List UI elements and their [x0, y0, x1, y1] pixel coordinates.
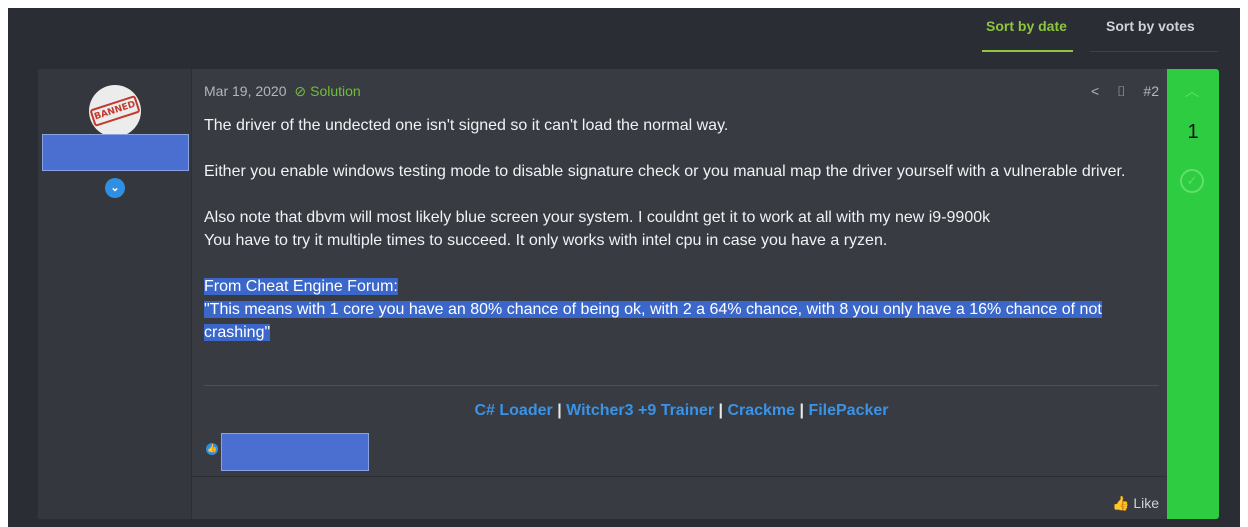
quote-text: "This means with 1 core you have an 80% … [204, 301, 1102, 341]
bookmark-icon[interactable]: ⌷ [1117, 83, 1125, 99]
reactor-list-redacted[interactable] [221, 433, 369, 471]
paragraph-4: You have to try it multiple times to suc… [204, 232, 888, 249]
signature-link-crackme[interactable]: Crackme [727, 402, 795, 419]
post-actions: < ⌷ #2 [1077, 83, 1159, 100]
quote-source: From Cheat Engine Forum: [204, 278, 398, 295]
paragraph-2: Either you enable windows testing mode t… [204, 163, 1126, 180]
signature: C# Loader | Witcher3 +9 Trainer | Crackm… [204, 402, 1159, 420]
forum-thread: Sort by date Sort by votes BANNED ⌄ Mar … [8, 8, 1240, 527]
tab-sort-by-date[interactable]: Sort by date [982, 18, 1073, 52]
tab-sort-by-votes[interactable]: Sort by votes [1106, 18, 1195, 52]
signature-separator: | [557, 402, 562, 419]
active-tab-underline [982, 50, 1073, 52]
post-message: BANNED ⌄ Mar 19, 2020 ⊘ Solution < ⌷ #2 T… [38, 69, 1167, 519]
check-circle-icon[interactable]: ✓ [1180, 169, 1204, 193]
signature-link-witcher-trainer[interactable]: Witcher3 +9 Trainer [566, 402, 714, 419]
paragraph-3: Also note that dbvm will most likely blu… [204, 209, 991, 226]
like-button[interactable]: 👍 Like [1112, 495, 1159, 512]
signature-separator: | [799, 402, 804, 419]
vote-column: ︿ 1 ✓ [1167, 69, 1219, 519]
post-content: Mar 19, 2020 ⊘ Solution < ⌷ #2 The driver… [192, 69, 1167, 519]
tab-sort-by-votes-label: Sort by votes [1106, 18, 1195, 34]
tabs-divider [1090, 51, 1218, 52]
post-user-column: BANNED ⌄ [38, 69, 192, 519]
chevron-down-icon[interactable]: ⌄ [105, 178, 125, 198]
solution-label: Solution [310, 83, 361, 99]
paragraph-1: The driver of the undected one isn't sig… [204, 117, 729, 134]
banned-stamp-icon: BANNED [89, 95, 141, 127]
check-circle-icon: ⊘ [294, 83, 307, 99]
vote-count: 1 [1187, 121, 1199, 143]
username-redacted [42, 134, 189, 171]
tab-sort-by-date-label: Sort by date [986, 18, 1067, 34]
signature-divider [204, 385, 1159, 386]
quote-block: From Cheat Engine Forum: "This means wit… [204, 275, 1159, 344]
share-icon[interactable]: < [1091, 83, 1099, 99]
signature-link-loader[interactable]: C# Loader [474, 402, 552, 419]
thumbs-up-icon: 👍 [206, 443, 218, 455]
avatar[interactable]: BANNED [89, 85, 141, 137]
signature-link-filepacker[interactable]: FilePacker [808, 402, 888, 419]
post-footer-divider [192, 476, 1167, 477]
sort-tabs: Sort by date Sort by votes [8, 8, 1240, 52]
like-label: Like [1133, 495, 1159, 511]
thumbs-up-icon: 👍 [1111, 495, 1130, 511]
post-date[interactable]: Mar 19, 2020 [204, 83, 287, 99]
chevron-up-icon[interactable]: ︿ [1185, 81, 1199, 101]
post-body: The driver of the undected one isn't sig… [204, 114, 1164, 344]
signature-separator: | [718, 402, 723, 419]
post-meta: Mar 19, 2020 ⊘ Solution [204, 83, 361, 100]
post-number[interactable]: #2 [1143, 83, 1159, 99]
